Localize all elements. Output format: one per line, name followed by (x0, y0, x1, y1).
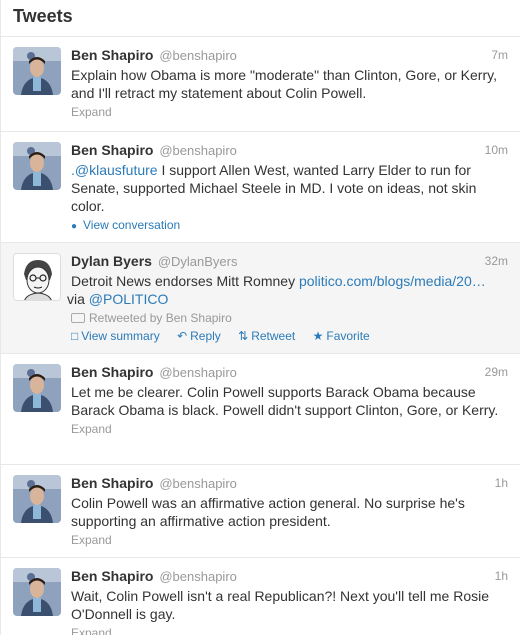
tweet-stream: Tweets Ben Shapiro @benshapiro 7m Explai… (0, 0, 520, 635)
reply-arrow-icon: ↶ (177, 329, 188, 343)
tweet-actions: □ View summary ↶ Reply ⇅ Retweet ★ Favorite (71, 326, 508, 350)
tweet-item[interactable]: Ben Shapiro @benshapiro 1h Colin Powell … (1, 465, 520, 558)
url-link[interactable]: politico.com/blogs/media/20… (299, 273, 486, 289)
stream-title: Tweets (13, 6, 73, 26)
expand-link[interactable]: Expand (71, 530, 508, 554)
tweet-timestamp[interactable]: 10m (485, 141, 508, 159)
expand-link[interactable]: Expand (71, 419, 508, 443)
retweet-icon: ⇅ (238, 329, 249, 343)
tweet-text: .@klausfuture I support Allen West, want… (71, 161, 508, 215)
avatar[interactable] (13, 47, 61, 95)
tweet-text: Let me be clearer. Colin Powell supports… (71, 384, 499, 418)
view-summary-button[interactable]: □ View summary (71, 329, 160, 343)
retweeted-by: Retweeted by Ben Shapiro (71, 310, 508, 326)
retweet-icon (71, 313, 85, 323)
tweet-username[interactable]: @benshapiro (159, 143, 237, 158)
mention-link[interactable]: @POLITICO (89, 291, 169, 307)
tweet-username[interactable]: @benshapiro (159, 476, 237, 491)
tweet-timestamp[interactable]: 1h (495, 474, 508, 492)
reply-button[interactable]: ↶ Reply (177, 329, 221, 343)
tweet-item[interactable]: Ben Shapiro @benshapiro 29m Let me be cl… (1, 354, 520, 465)
tweet-timestamp[interactable]: 29m (485, 363, 508, 381)
tweet-item[interactable]: Dylan Byers @DylanByers 32m Detroit News… (1, 243, 520, 354)
tweet-username[interactable]: @benshapiro (159, 48, 237, 63)
expand-link[interactable]: Expand (71, 623, 508, 635)
avatar[interactable] (13, 568, 61, 616)
favorite-button[interactable]: ★ Favorite (313, 329, 370, 343)
retweeted-by-label: Retweeted by Ben Shapiro (89, 311, 232, 325)
view-conversation-link[interactable]: ● View conversation (71, 215, 508, 241)
expand-link[interactable]: Expand (71, 102, 508, 126)
reply-label: Reply (190, 329, 221, 343)
retweet-button[interactable]: ⇅ Retweet (238, 329, 295, 343)
tweet-item[interactable]: Ben Shapiro @benshapiro 1h Wait, Colin P… (1, 558, 520, 635)
document-icon: □ (71, 329, 79, 343)
mention-link[interactable]: .@klausfuture (71, 162, 158, 178)
tweet-text-via: via (67, 291, 89, 307)
avatar[interactable] (13, 475, 61, 523)
tweet-item[interactable]: Ben Shapiro @benshapiro 7m Explain how O… (1, 37, 520, 132)
tweet-timestamp[interactable]: 7m (491, 46, 508, 64)
avatar[interactable] (13, 253, 61, 301)
tweet-fullname[interactable]: Ben Shapiro (71, 475, 153, 491)
tweet-fullname[interactable]: Ben Shapiro (71, 568, 153, 584)
tweet-text: Colin Powell was an affirmative action g… (71, 495, 465, 529)
view-conversation-label: View conversation (83, 218, 181, 232)
tweet-text: Detroit News endorses Mitt Romney politi… (67, 272, 508, 308)
retweet-label: Retweet (251, 329, 296, 343)
view-summary-label: View summary (81, 329, 160, 343)
tweet-item[interactable]: Ben Shapiro @benshapiro 10m .@klausfutur… (1, 132, 520, 243)
tweet-text: Explain how Obama is more "moderate" tha… (71, 67, 497, 101)
tweet-timestamp[interactable]: 32m (485, 252, 508, 270)
speech-bubble-icon: ● (71, 221, 78, 232)
avatar[interactable] (13, 364, 61, 412)
tweet-fullname[interactable]: Ben Shapiro (71, 364, 153, 380)
star-icon: ★ (312, 329, 324, 343)
tweet-fullname[interactable]: Ben Shapiro (71, 142, 153, 158)
tweet-text: Wait, Colin Powell isn't a real Republic… (71, 588, 490, 622)
tweet-fullname[interactable]: Dylan Byers (71, 253, 152, 269)
tweet-text-body: Detroit News endorses Mitt Romney (71, 273, 299, 289)
stream-header: Tweets (1, 0, 520, 37)
tweet-username[interactable]: @benshapiro (159, 365, 237, 380)
tweet-username[interactable]: @benshapiro (159, 569, 237, 584)
tweet-fullname[interactable]: Ben Shapiro (71, 47, 153, 63)
favorite-label: Favorite (326, 329, 370, 343)
tweet-username[interactable]: @DylanByers (158, 254, 238, 269)
avatar[interactable] (13, 142, 61, 190)
tweet-timestamp[interactable]: 1h (495, 567, 508, 585)
